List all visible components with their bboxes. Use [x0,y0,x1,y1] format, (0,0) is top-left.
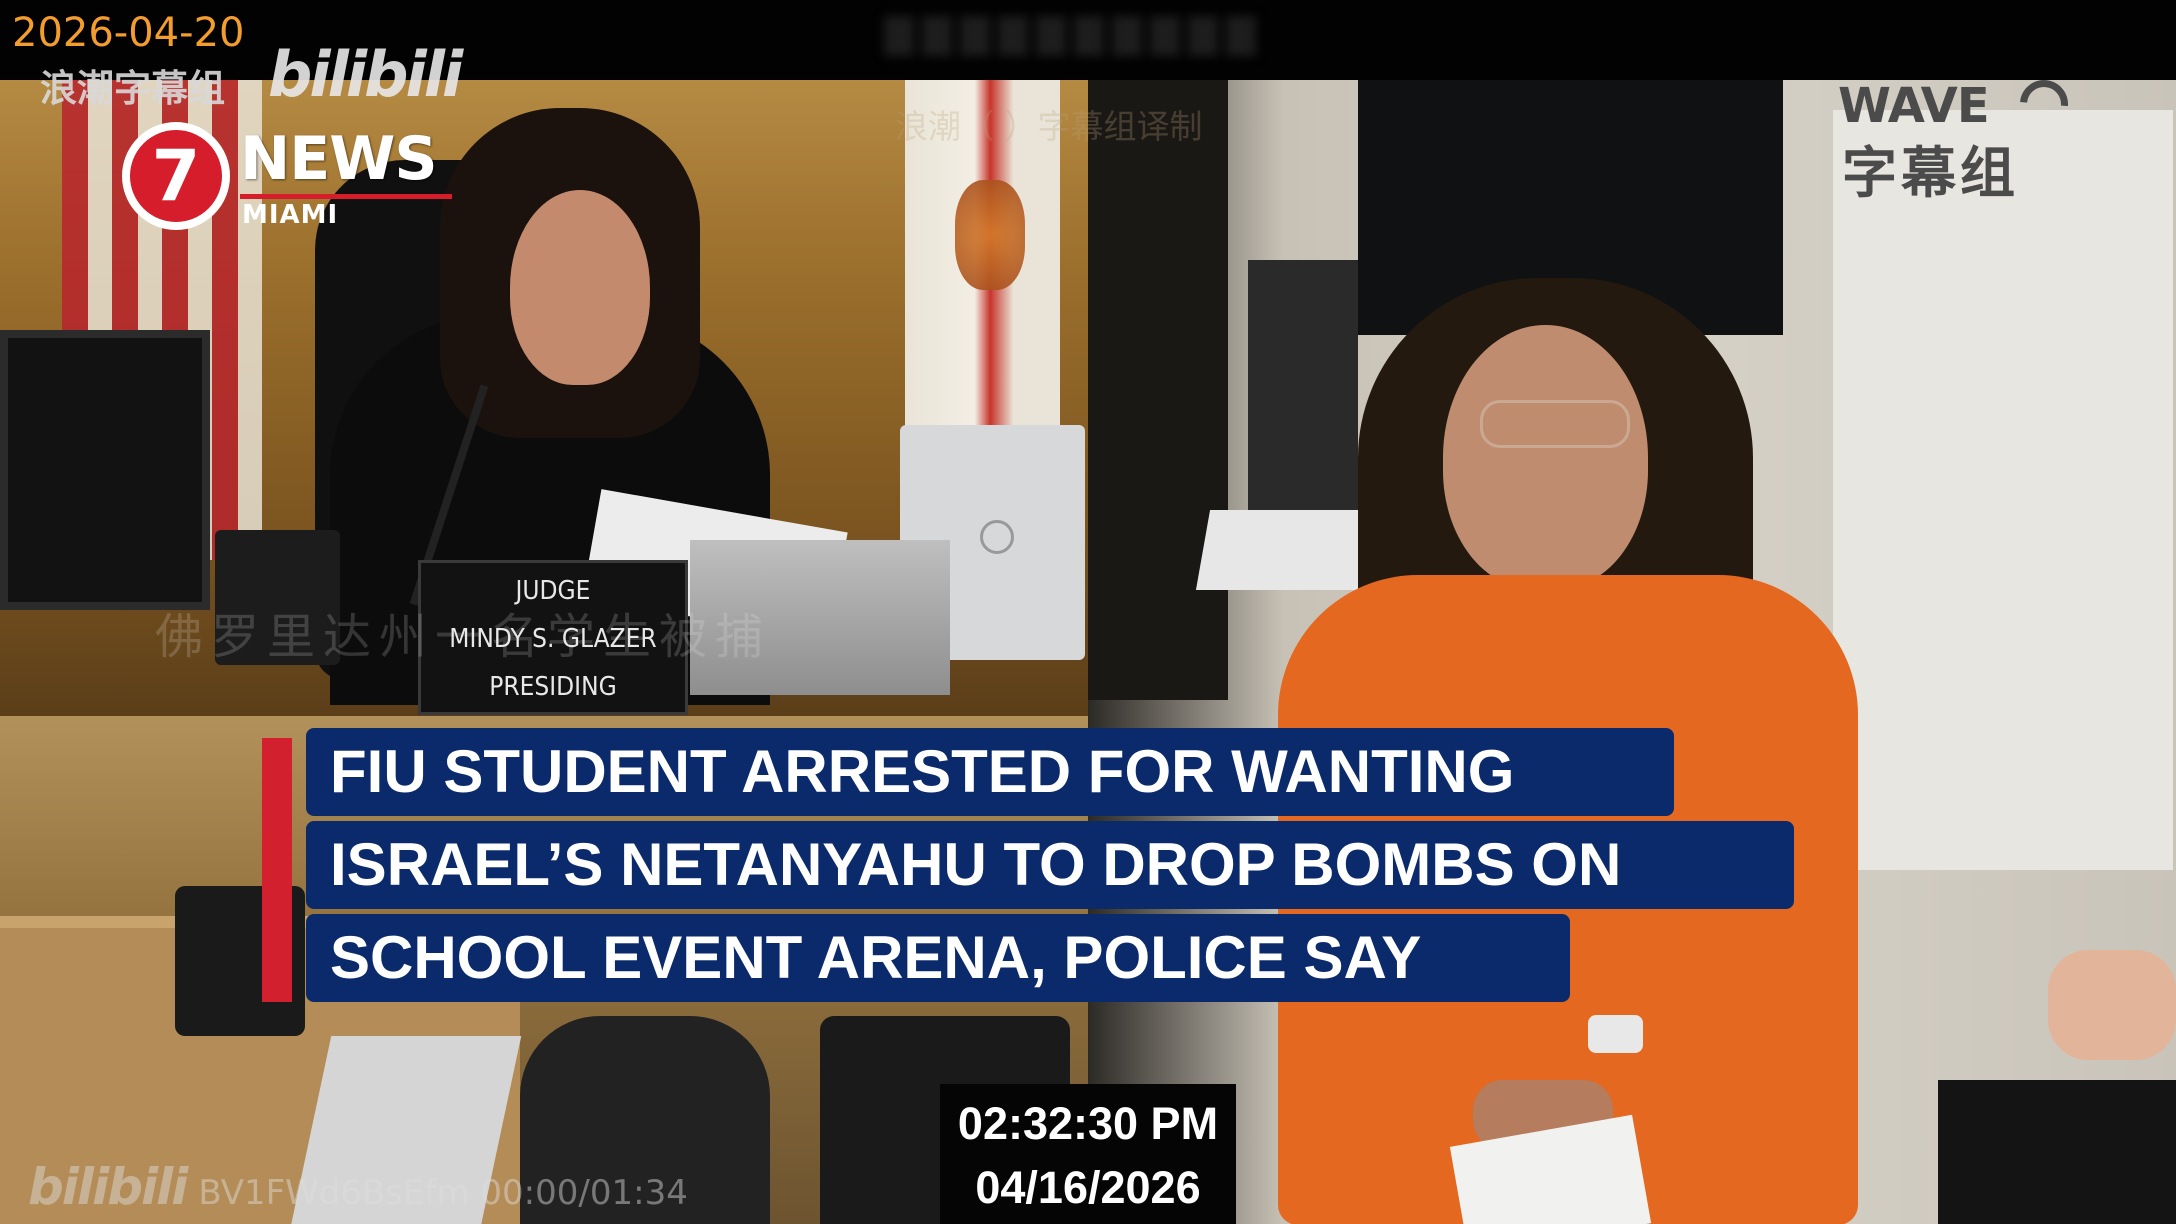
clerk-desk-image [1938,1080,2176,1224]
playback-time: 00:00/01:34 [480,1173,688,1213]
defendant-glasses-image [1480,400,1630,448]
clerk-hand-image [2048,950,2176,1060]
bv-id: BV1FWd6BsEfm [198,1173,470,1213]
wave-logo: WAVE 字幕组 [1838,70,2078,205]
date-overlay: 2026-04-20 [12,10,245,56]
faint-subtitle-watermark: 佛罗里达州一名学生被捕 [155,609,772,665]
whiteboard-image [1833,110,2173,870]
news-underline [240,194,452,199]
judge-face-image [510,190,650,385]
florida-seal-image [955,180,1025,290]
timestamp-time: 02:32:30 PM [957,1098,1219,1149]
video-frame[interactable]: JUDGE MINDY S. GLAZER PRESIDING 浪潮（ ）字幕组… [0,0,2176,1224]
bv-bilibili-logo: bilibili [28,1158,188,1216]
defendant-face-image [1443,325,1648,590]
wristband-image [1588,1015,1643,1053]
headline-line-2: ISRAEL’S NETANYAHU TO DROP BOMBS ON [306,821,1794,909]
faint-credit-watermark: 浪潮（ ）字幕组译制 [895,107,1203,146]
timestamp-date: 04/16/2026 [975,1162,1201,1213]
news-wordmark: NEWS [240,124,438,194]
nameplate-role: PRESIDING [489,672,617,702]
dark-wall-image [1088,80,1228,700]
blurred-title [880,8,1300,66]
headline-accent-bar [262,738,292,1002]
headline-line-3: SCHOOL EVENT ARENA, POLICE SAY [306,914,1570,1002]
monitor-image [0,330,210,610]
timestamp-box: 02:32:30 PM 04/16/2026 [940,1084,1236,1224]
wave-wordmark: WAVE [1838,78,1990,134]
7news-logo: 7 NEWS MIAMI [122,122,462,232]
bilibili-logo: bilibili [268,38,463,111]
bv-watermark: bilibili BV1FWd6BsEfm 00:00/01:34 [28,1158,688,1216]
seven-badge: 7 [122,122,230,230]
miami-wordmark: MIAMI [242,200,339,230]
laptop-logo-icon [980,520,1014,554]
group-name-overlay: 浪潮字幕组 [40,67,225,110]
headline-line-1: FIU STUDENT ARRESTED FOR WANTING [306,728,1674,816]
wave-icon [2010,70,2078,138]
wave-subtitle: 字幕组 [1842,141,2020,205]
defendant-panel [1088,80,2176,1224]
